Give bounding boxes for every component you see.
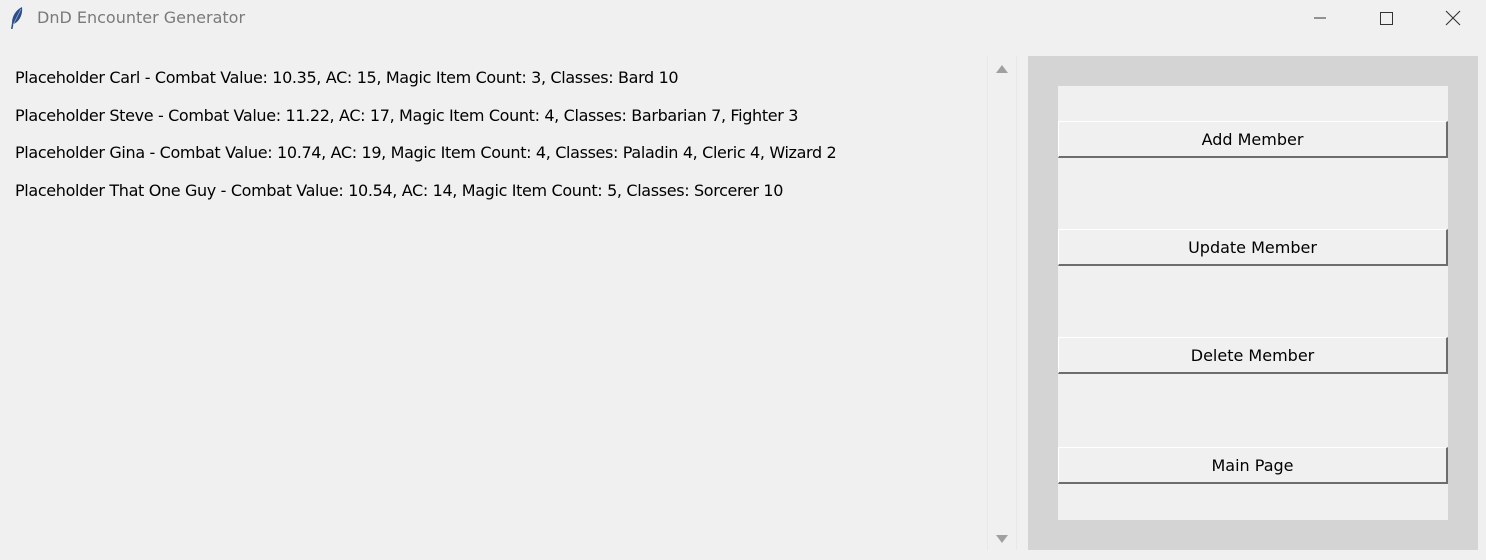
list-item[interactable]: Placeholder That One Guy - Combat Value:… (15, 181, 783, 200)
title-bar[interactable]: DnD Encounter Generator (0, 0, 1486, 36)
app-window: DnD Encounter Generator Placeholder Carl… (0, 0, 1486, 560)
minimize-icon (1314, 17, 1326, 19)
vertical-scrollbar[interactable] (987, 56, 1017, 550)
scroll-down-icon[interactable] (995, 534, 1009, 544)
feather-icon (11, 7, 23, 29)
delete-member-button[interactable]: Delete Member (1058, 337, 1448, 374)
window-title: DnD Encounter Generator (37, 8, 246, 27)
member-list[interactable]: Placeholder Carl - Combat Value: 10.35, … (0, 56, 985, 560)
list-item[interactable]: Placeholder Gina - Combat Value: 10.74, … (15, 143, 837, 162)
actions-panel: Add Member Update Member Delete Member M… (1028, 56, 1478, 550)
close-icon (1445, 10, 1461, 26)
update-member-button[interactable]: Update Member (1058, 229, 1448, 266)
close-button[interactable] (1420, 0, 1486, 36)
list-item[interactable]: Placeholder Steve - Combat Value: 11.22,… (15, 106, 798, 125)
maximize-button[interactable] (1353, 0, 1419, 36)
add-member-button[interactable]: Add Member (1058, 121, 1448, 158)
minimize-button[interactable] (1287, 0, 1353, 36)
main-page-button[interactable]: Main Page (1058, 447, 1448, 484)
maximize-icon (1380, 12, 1393, 25)
actions-panel-inner: Add Member Update Member Delete Member M… (1058, 86, 1448, 520)
scroll-up-icon[interactable] (995, 64, 1009, 74)
list-item[interactable]: Placeholder Carl - Combat Value: 10.35, … (15, 68, 679, 87)
